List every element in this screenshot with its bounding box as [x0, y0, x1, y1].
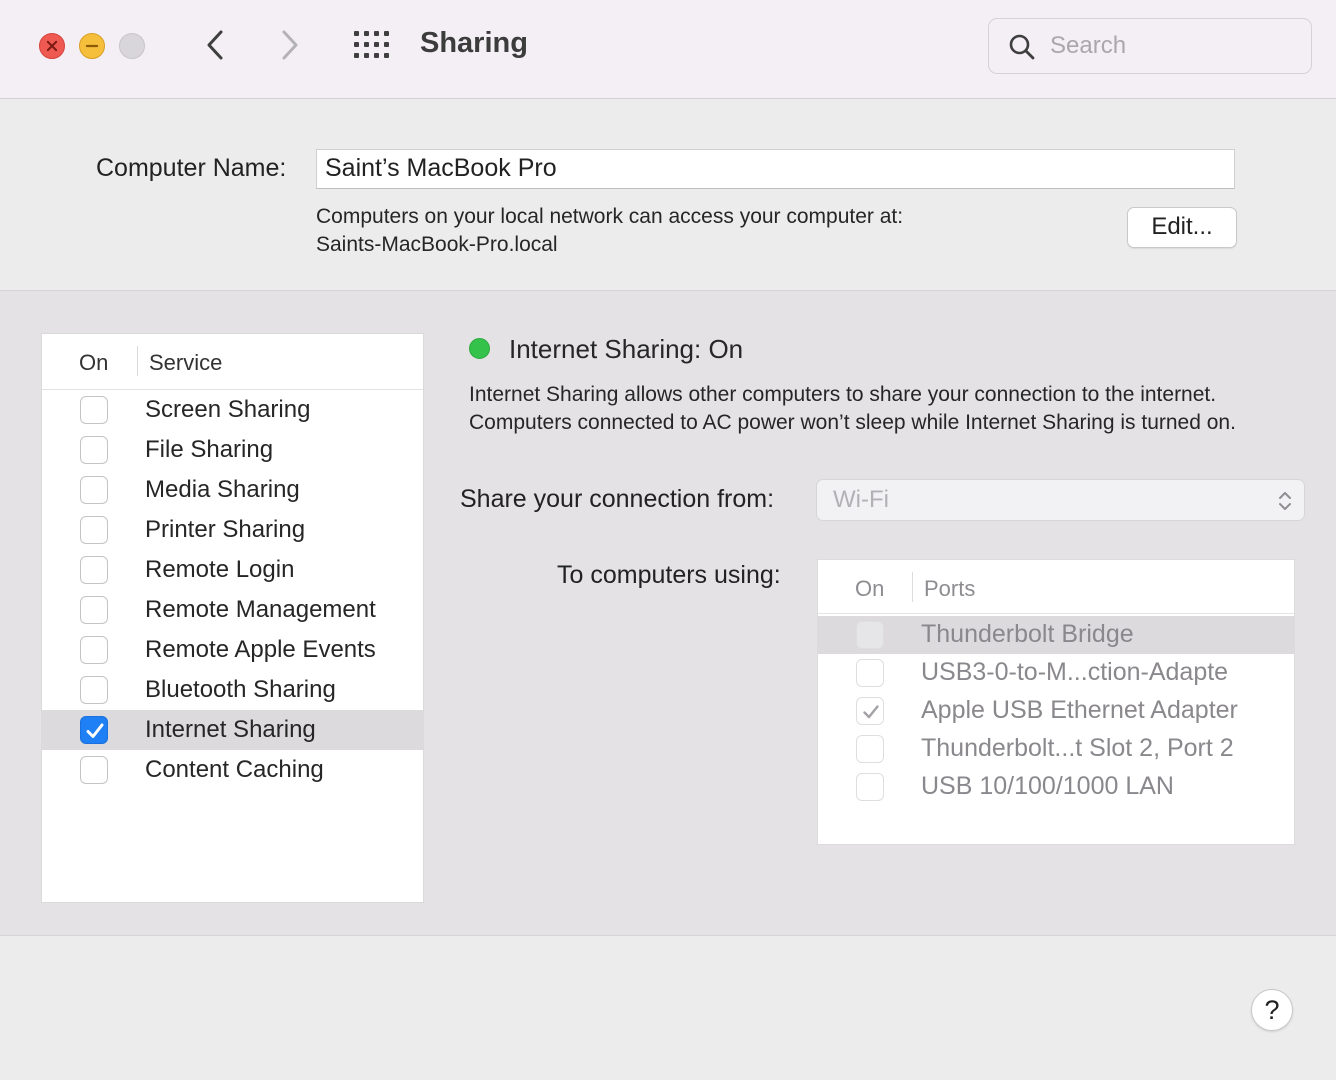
- port-label: Apple USB Ethernet Adapter: [921, 696, 1238, 724]
- port-checkbox[interactable]: [856, 621, 884, 649]
- share-from-label: Share your connection from:: [460, 485, 775, 513]
- share-from-value: Wi-Fi: [833, 486, 889, 513]
- local-hostname-description: Computers on your local network can acce…: [316, 203, 903, 259]
- service-row-remote-management[interactable]: Remote Management: [42, 590, 423, 630]
- close-icon: [46, 40, 58, 52]
- service-label: Printer Sharing: [145, 516, 306, 543]
- computer-name-field[interactable]: Saint’s MacBook Pro: [316, 149, 1235, 189]
- services-list-header: On Service: [42, 334, 423, 390]
- service-label: Bluetooth Sharing: [145, 676, 336, 703]
- column-header-on[interactable]: On: [855, 576, 884, 602]
- service-description: Internet Sharing allows other computers …: [469, 383, 1236, 434]
- back-chevron-icon[interactable]: [201, 28, 229, 62]
- service-checkbox[interactable]: [80, 556, 108, 584]
- port-checkbox[interactable]: [856, 735, 884, 763]
- status-indicator-on: [469, 338, 490, 359]
- service-status-title: Internet Sharing: On: [509, 334, 744, 364]
- port-label: USB 10/100/1000 LAN: [921, 772, 1174, 800]
- port-row-usb-lan[interactable]: USB 10/100/1000 LAN: [818, 768, 1294, 806]
- service-label: Media Sharing: [145, 476, 300, 503]
- port-row-apple-usb-ethernet[interactable]: Apple USB Ethernet Adapter: [818, 692, 1294, 730]
- up-down-chevron-icon: [1279, 492, 1291, 510]
- column-header-ports[interactable]: Ports: [924, 576, 975, 602]
- port-label: Thunderbolt Bridge: [921, 620, 1134, 648]
- local-hostname-description-text: Computers on your local network can acce…: [316, 205, 904, 228]
- minimize-icon: [85, 44, 99, 48]
- port-checkbox[interactable]: [856, 659, 884, 687]
- service-row-file-sharing[interactable]: File Sharing: [42, 430, 423, 470]
- service-label: Remote Apple Events: [145, 636, 376, 663]
- service-row-content-caching[interactable]: Content Caching: [42, 750, 423, 790]
- service-row-remote-apple-events[interactable]: Remote Apple Events: [42, 630, 423, 670]
- help-button[interactable]: ?: [1251, 989, 1293, 1031]
- service-checkbox-checked[interactable]: [80, 716, 108, 744]
- service-checkbox[interactable]: [80, 396, 108, 424]
- service-checkbox[interactable]: [80, 596, 108, 624]
- service-checkbox[interactable]: [80, 516, 108, 544]
- service-checkbox[interactable]: [80, 436, 108, 464]
- port-checkbox-checked[interactable]: [856, 697, 884, 725]
- service-row-internet-sharing[interactable]: Internet Sharing: [42, 710, 423, 750]
- service-label: Internet Sharing: [145, 716, 316, 743]
- ports-list-header: On Ports: [818, 560, 1294, 614]
- service-label: Remote Login: [145, 556, 295, 583]
- share-from-select[interactable]: Wi-Fi: [816, 479, 1305, 521]
- port-row-thunderbolt-bridge[interactable]: Thunderbolt Bridge: [818, 616, 1294, 654]
- column-header-service[interactable]: Service: [149, 350, 222, 376]
- service-row-bluetooth-sharing[interactable]: Bluetooth Sharing: [42, 670, 423, 710]
- service-label: Screen Sharing: [145, 396, 311, 423]
- service-row-remote-login[interactable]: Remote Login: [42, 550, 423, 590]
- service-label: File Sharing: [145, 436, 274, 463]
- service-label: Content Caching: [145, 756, 324, 783]
- to-computers-label: To computers using:: [557, 561, 781, 589]
- service-checkbox[interactable]: [80, 636, 108, 664]
- window-title: Sharing: [420, 27, 528, 59]
- service-row-printer-sharing[interactable]: Printer Sharing: [42, 510, 423, 550]
- search-icon: [1009, 34, 1035, 60]
- column-divider: [137, 346, 138, 376]
- services-list: On Service Screen Sharing File Sharing M…: [41, 333, 424, 903]
- close-window-button[interactable]: [39, 33, 65, 59]
- search-input[interactable]: [1050, 31, 1290, 61]
- checkmark-icon: [86, 723, 104, 738]
- window-toolbar: Sharing: [0, 0, 1336, 99]
- service-row-screen-sharing[interactable]: Screen Sharing: [42, 390, 423, 430]
- forward-chevron-icon[interactable]: [276, 28, 304, 62]
- service-checkbox[interactable]: [80, 676, 108, 704]
- service-checkbox[interactable]: [80, 756, 108, 784]
- checkmark-icon: [863, 705, 879, 719]
- service-checkbox[interactable]: [80, 476, 108, 504]
- column-header-on[interactable]: On: [79, 350, 108, 376]
- port-row-thunderbolt-slot[interactable]: Thunderbolt...t Slot 2, Port 2: [818, 730, 1294, 768]
- search-field[interactable]: [988, 18, 1312, 74]
- show-all-grid-icon[interactable]: [353, 30, 391, 60]
- local-hostname: Saints-MacBook-Pro.local: [316, 233, 558, 256]
- service-row-media-sharing[interactable]: Media Sharing: [42, 470, 423, 510]
- ports-list: On Ports Thunderbolt Bridge USB3-0-to-M.…: [817, 559, 1295, 845]
- port-label: Thunderbolt...t Slot 2, Port 2: [921, 734, 1234, 762]
- port-label: USB3-0-to-M...ction-Adapte: [921, 658, 1229, 686]
- edit-hostname-button[interactable]: Edit...: [1127, 207, 1237, 248]
- computer-name-section: [0, 100, 1336, 290]
- minimize-window-button[interactable]: [79, 33, 105, 59]
- computer-name-label: Computer Name:: [96, 154, 287, 182]
- zoom-window-button[interactable]: [119, 33, 145, 59]
- port-row-usb3-adapter[interactable]: USB3-0-to-M...ction-Adapte: [818, 654, 1294, 692]
- service-label: Remote Management: [145, 596, 376, 623]
- port-checkbox[interactable]: [856, 773, 884, 801]
- column-divider: [912, 572, 913, 602]
